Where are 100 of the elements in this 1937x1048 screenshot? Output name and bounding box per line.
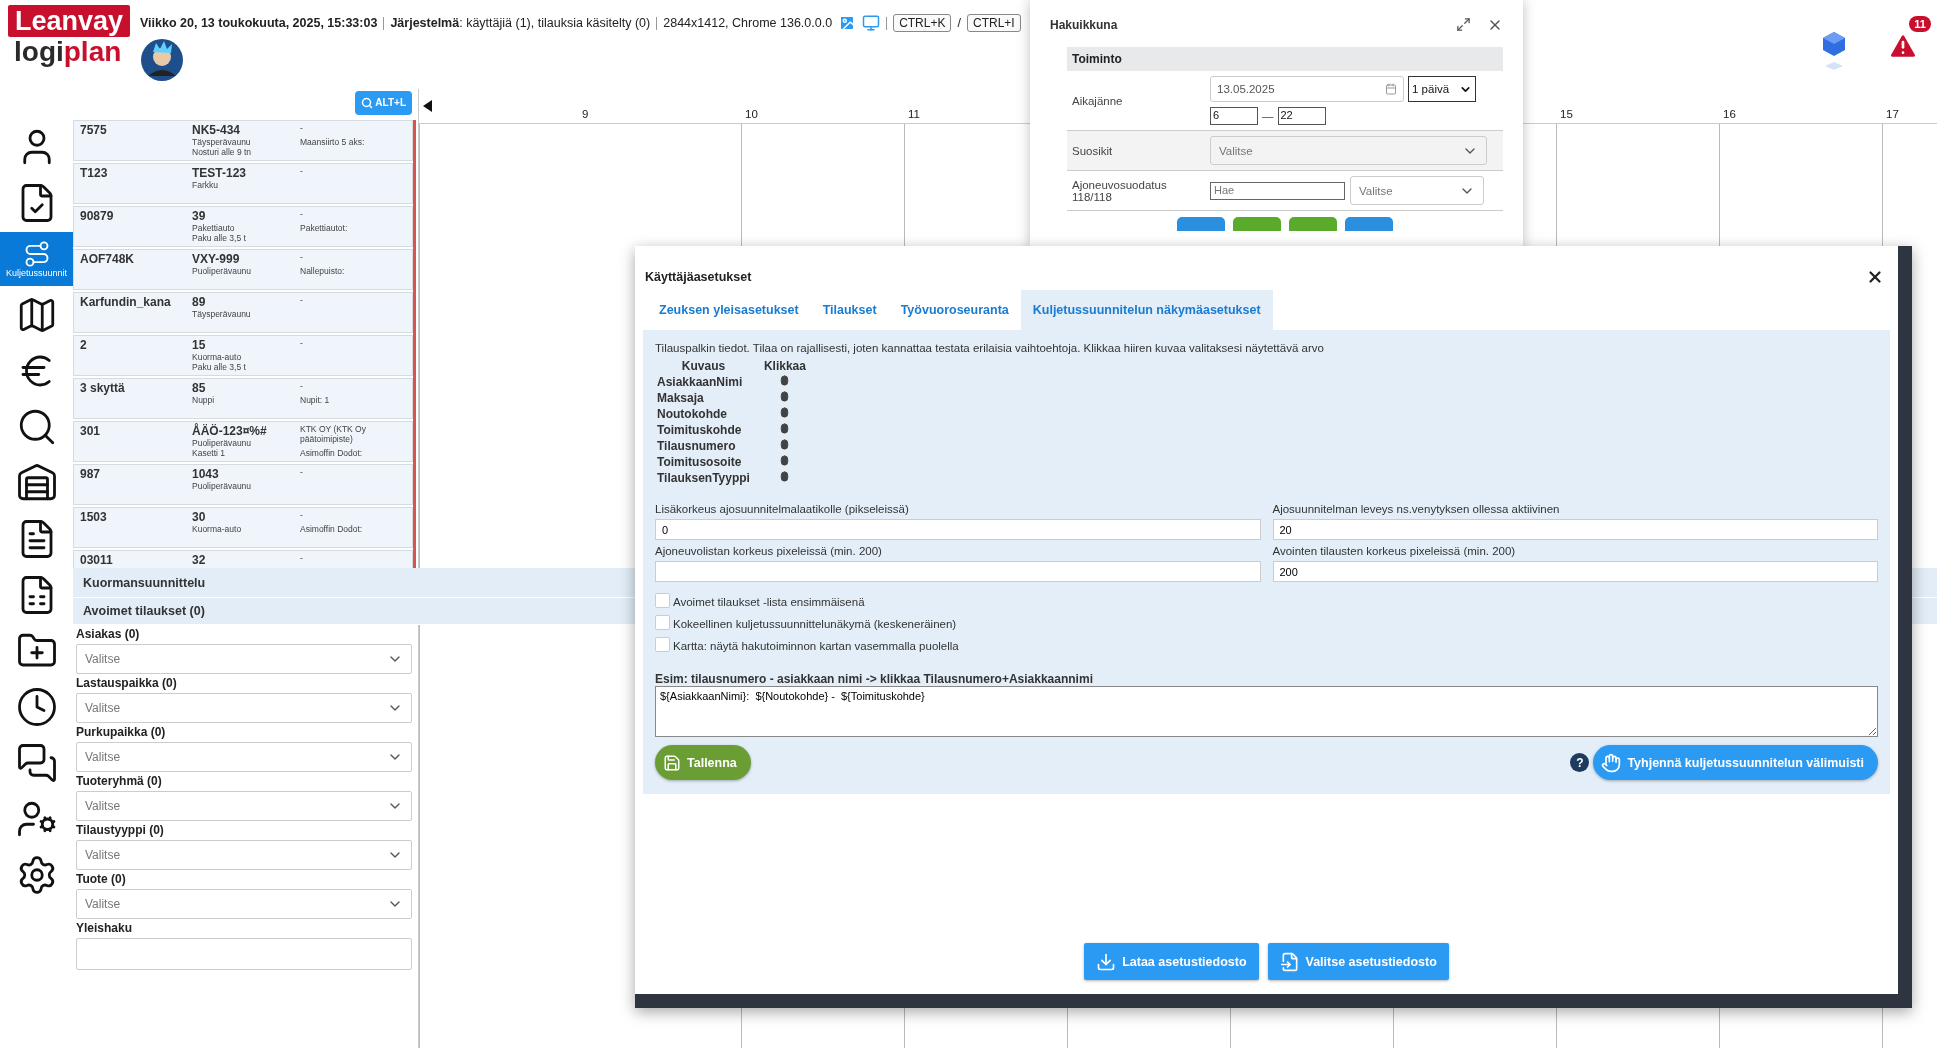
hour-from-field[interactable]: 6 <box>1210 107 1258 125</box>
hour-to-field[interactable]: 22 <box>1277 107 1326 125</box>
settings-tab[interactable]: Työvuoroseuranta <box>888 290 1021 330</box>
vehicle-id: 1503 <box>80 510 108 524</box>
vehicle-row[interactable]: 3 skyttä 85 Nuppi - Nupit: 1 <box>73 378 413 419</box>
vehicle-row[interactable]: AOF748K VXY-999 Puoliperävaunu - Nallepuisto: <box>73 249 413 290</box>
number-field[interactable] <box>655 561 1261 582</box>
vehicle-type: Puoliperävaunu <box>192 481 253 491</box>
mouse-icon[interactable] <box>779 391 791 402</box>
vehicle-plate: ÅÄÖ-123¤%# <box>192 424 268 438</box>
vehicle-id: 03011 <box>80 553 114 567</box>
nav-item[interactable]: Kuljetussuunnit <box>0 232 73 286</box>
nav-label: Kuljetussuunnit <box>5 268 67 278</box>
vehicle-row[interactable]: 2 15 Kuorma-auto Paku alle 3,5 t - <box>73 335 413 376</box>
field-label: Aikajänne <box>1072 94 1124 107</box>
date-field[interactable]: 13.05.2025 <box>1210 76 1404 102</box>
help-icon[interactable]: ? <box>1570 753 1590 772</box>
vehicle-plate: 30 <box>192 510 207 524</box>
hour-label: 11 <box>908 108 920 120</box>
filter-select[interactable]: Valitse <box>76 644 412 674</box>
number-field[interactable]: 20 <box>1272 519 1878 540</box>
template-field[interactable]: ${AsiakkaanNimi}: ${Noutokohde} - ${Toimituskohde} <box>655 686 1878 737</box>
mouse-icon[interactable] <box>779 439 791 450</box>
vehicle-select[interactable]: Valitse <box>1350 176 1484 205</box>
field-name: Tilausnumero <box>657 439 737 453</box>
vehicle-row[interactable]: 03011 32 - <box>73 550 413 568</box>
filter-label: Asiakas (0) <box>76 627 141 641</box>
vehicle-id: 2 <box>80 338 88 352</box>
shortcut-key[interactable]: CTRL+I <box>966 14 1021 32</box>
filter-select[interactable]: Valitse <box>76 742 412 772</box>
vehicle-info: Nupit: 1 <box>300 395 331 405</box>
vehicle-type: Nosturi alle 9 tn <box>192 147 253 157</box>
logo-wordmark: logiplan <box>13 37 122 67</box>
filter-select[interactable]: Valitse <box>76 889 412 919</box>
filter-label: Tuoteryhmä (0) <box>76 774 163 788</box>
logo-text: Leanvay <box>8 5 131 37</box>
vehicle-row[interactable]: T123 TEST-123 Farkku - <box>73 163 413 204</box>
settings-tab[interactable]: Tilaukset <box>810 290 889 330</box>
shortcut-key[interactable]: CTRL+K <box>893 14 952 32</box>
number-field[interactable]: 200 <box>1272 561 1878 582</box>
filter-select[interactable]: Valitse <box>76 791 412 821</box>
vehicle-plate: 85 <box>192 381 207 395</box>
checkbox[interactable] <box>655 637 670 652</box>
mouse-icon[interactable] <box>779 455 791 466</box>
vehicle-row[interactable]: 301 ÅÄÖ-123¤%# Puoliperävaunu Kasetti 1 KTK OY (KTK Oy päätoimipiste) Asimoffin Dodot: <box>73 421 413 462</box>
save-icon <box>663 753 681 772</box>
favorites-select[interactable]: Valitse <box>1210 136 1487 165</box>
vehicle-plate: VXY-999 <box>192 252 241 266</box>
monitor-icon[interactable] <box>862 14 881 32</box>
scroll-left-icon[interactable] <box>423 100 433 112</box>
date-time: Viikko 20, 13 toukokuuta, 2025, 15:33:03 <box>140 16 378 30</box>
vehicle-plate: 32 <box>192 553 207 567</box>
search-icon <box>361 96 374 109</box>
vehicle-info: Maansiirto 5 aks: <box>300 137 366 147</box>
avatar-icon[interactable] <box>140 38 184 82</box>
expand-icon[interactable] <box>1456 17 1471 32</box>
filter-select[interactable]: Valitse <box>76 840 412 870</box>
field-label: Ajoneuvosuodatus <box>1072 178 1168 191</box>
vehicle-plate: TEST-123 <box>192 166 248 180</box>
vehicle-id: Karfundin_kana <box>80 295 172 309</box>
number-field[interactable]: 0 <box>655 519 1261 540</box>
vehicle-row[interactable]: 987 1043 Puoliperävaunu - <box>73 464 413 505</box>
clock-icon <box>15 686 58 728</box>
vehicle-plate: 89 <box>192 295 207 309</box>
search-field[interactable] <box>76 938 412 970</box>
system-status: Järjestelmä: käyttäjiä (1), tilauksia käsitelty (0) <box>390 16 651 30</box>
vehicle-info: - <box>300 166 304 176</box>
vehicle-plate: 15 <box>192 338 207 352</box>
mouse-icon[interactable] <box>779 471 791 482</box>
image-icon[interactable] <box>838 14 857 32</box>
vehicle-id: 7575 <box>80 123 108 137</box>
field-name: Toimitusosoite <box>657 455 743 469</box>
mouse-icon[interactable] <box>779 407 791 418</box>
checkbox-label: Avoimet tilaukset -lista ensimmäisenä <box>673 596 865 608</box>
period-select[interactable]: 1 päivä <box>1408 76 1476 102</box>
checkbox[interactable] <box>655 615 670 630</box>
checkbox[interactable] <box>655 593 670 608</box>
vehicle-row[interactable]: Karfundin_kana 89 Täysperävaunu - <box>73 292 413 333</box>
settings-tab[interactable]: Zeuksen yleisasetukset <box>647 290 811 330</box>
filter-label: Lastauspaikka (0) <box>76 676 178 690</box>
field-name: Maksaja <box>657 391 705 405</box>
vehicle-search-field[interactable]: Hae <box>1210 181 1345 200</box>
vehicle-row[interactable]: 90879 39 Pakettiauto Paku alle 3,5 t - Pakettiautot: <box>73 206 413 247</box>
vehicle-info: - <box>300 252 304 262</box>
vehicle-row[interactable]: 7575 NK5-434 Täysperävaunu Nosturi alle 9 tn - Maansiirto 5 aks: <box>73 120 413 161</box>
vehicle-info: Asimoffin Dodot: <box>300 448 364 458</box>
hand-icon <box>1601 752 1622 773</box>
vehicle-info: - <box>300 123 304 133</box>
mouse-icon[interactable] <box>779 375 791 386</box>
template-label: Esim: tilausnumero - asiakkaan nimi -> klikkaa Tilausnumero+Asiakkaannimi <box>655 672 1094 686</box>
filter-select[interactable]: Valitse <box>76 693 412 723</box>
settings-tab[interactable]: Kuljetussuunnitelun näkymäasetukset <box>1020 290 1273 330</box>
vehicle-row[interactable]: 1503 30 Kuorma-auto - Asimoffin Dodot: <box>73 507 413 548</box>
vehicle-type: Puoliperävaunu <box>192 266 253 276</box>
range-dash: — <box>1262 110 1274 122</box>
field-name: Toimituskohde <box>657 423 743 437</box>
vehicle-info: - <box>300 295 304 305</box>
cube-icon[interactable] <box>1821 30 1847 70</box>
hour-label: 9 <box>582 108 589 120</box>
mouse-icon[interactable] <box>779 423 791 434</box>
